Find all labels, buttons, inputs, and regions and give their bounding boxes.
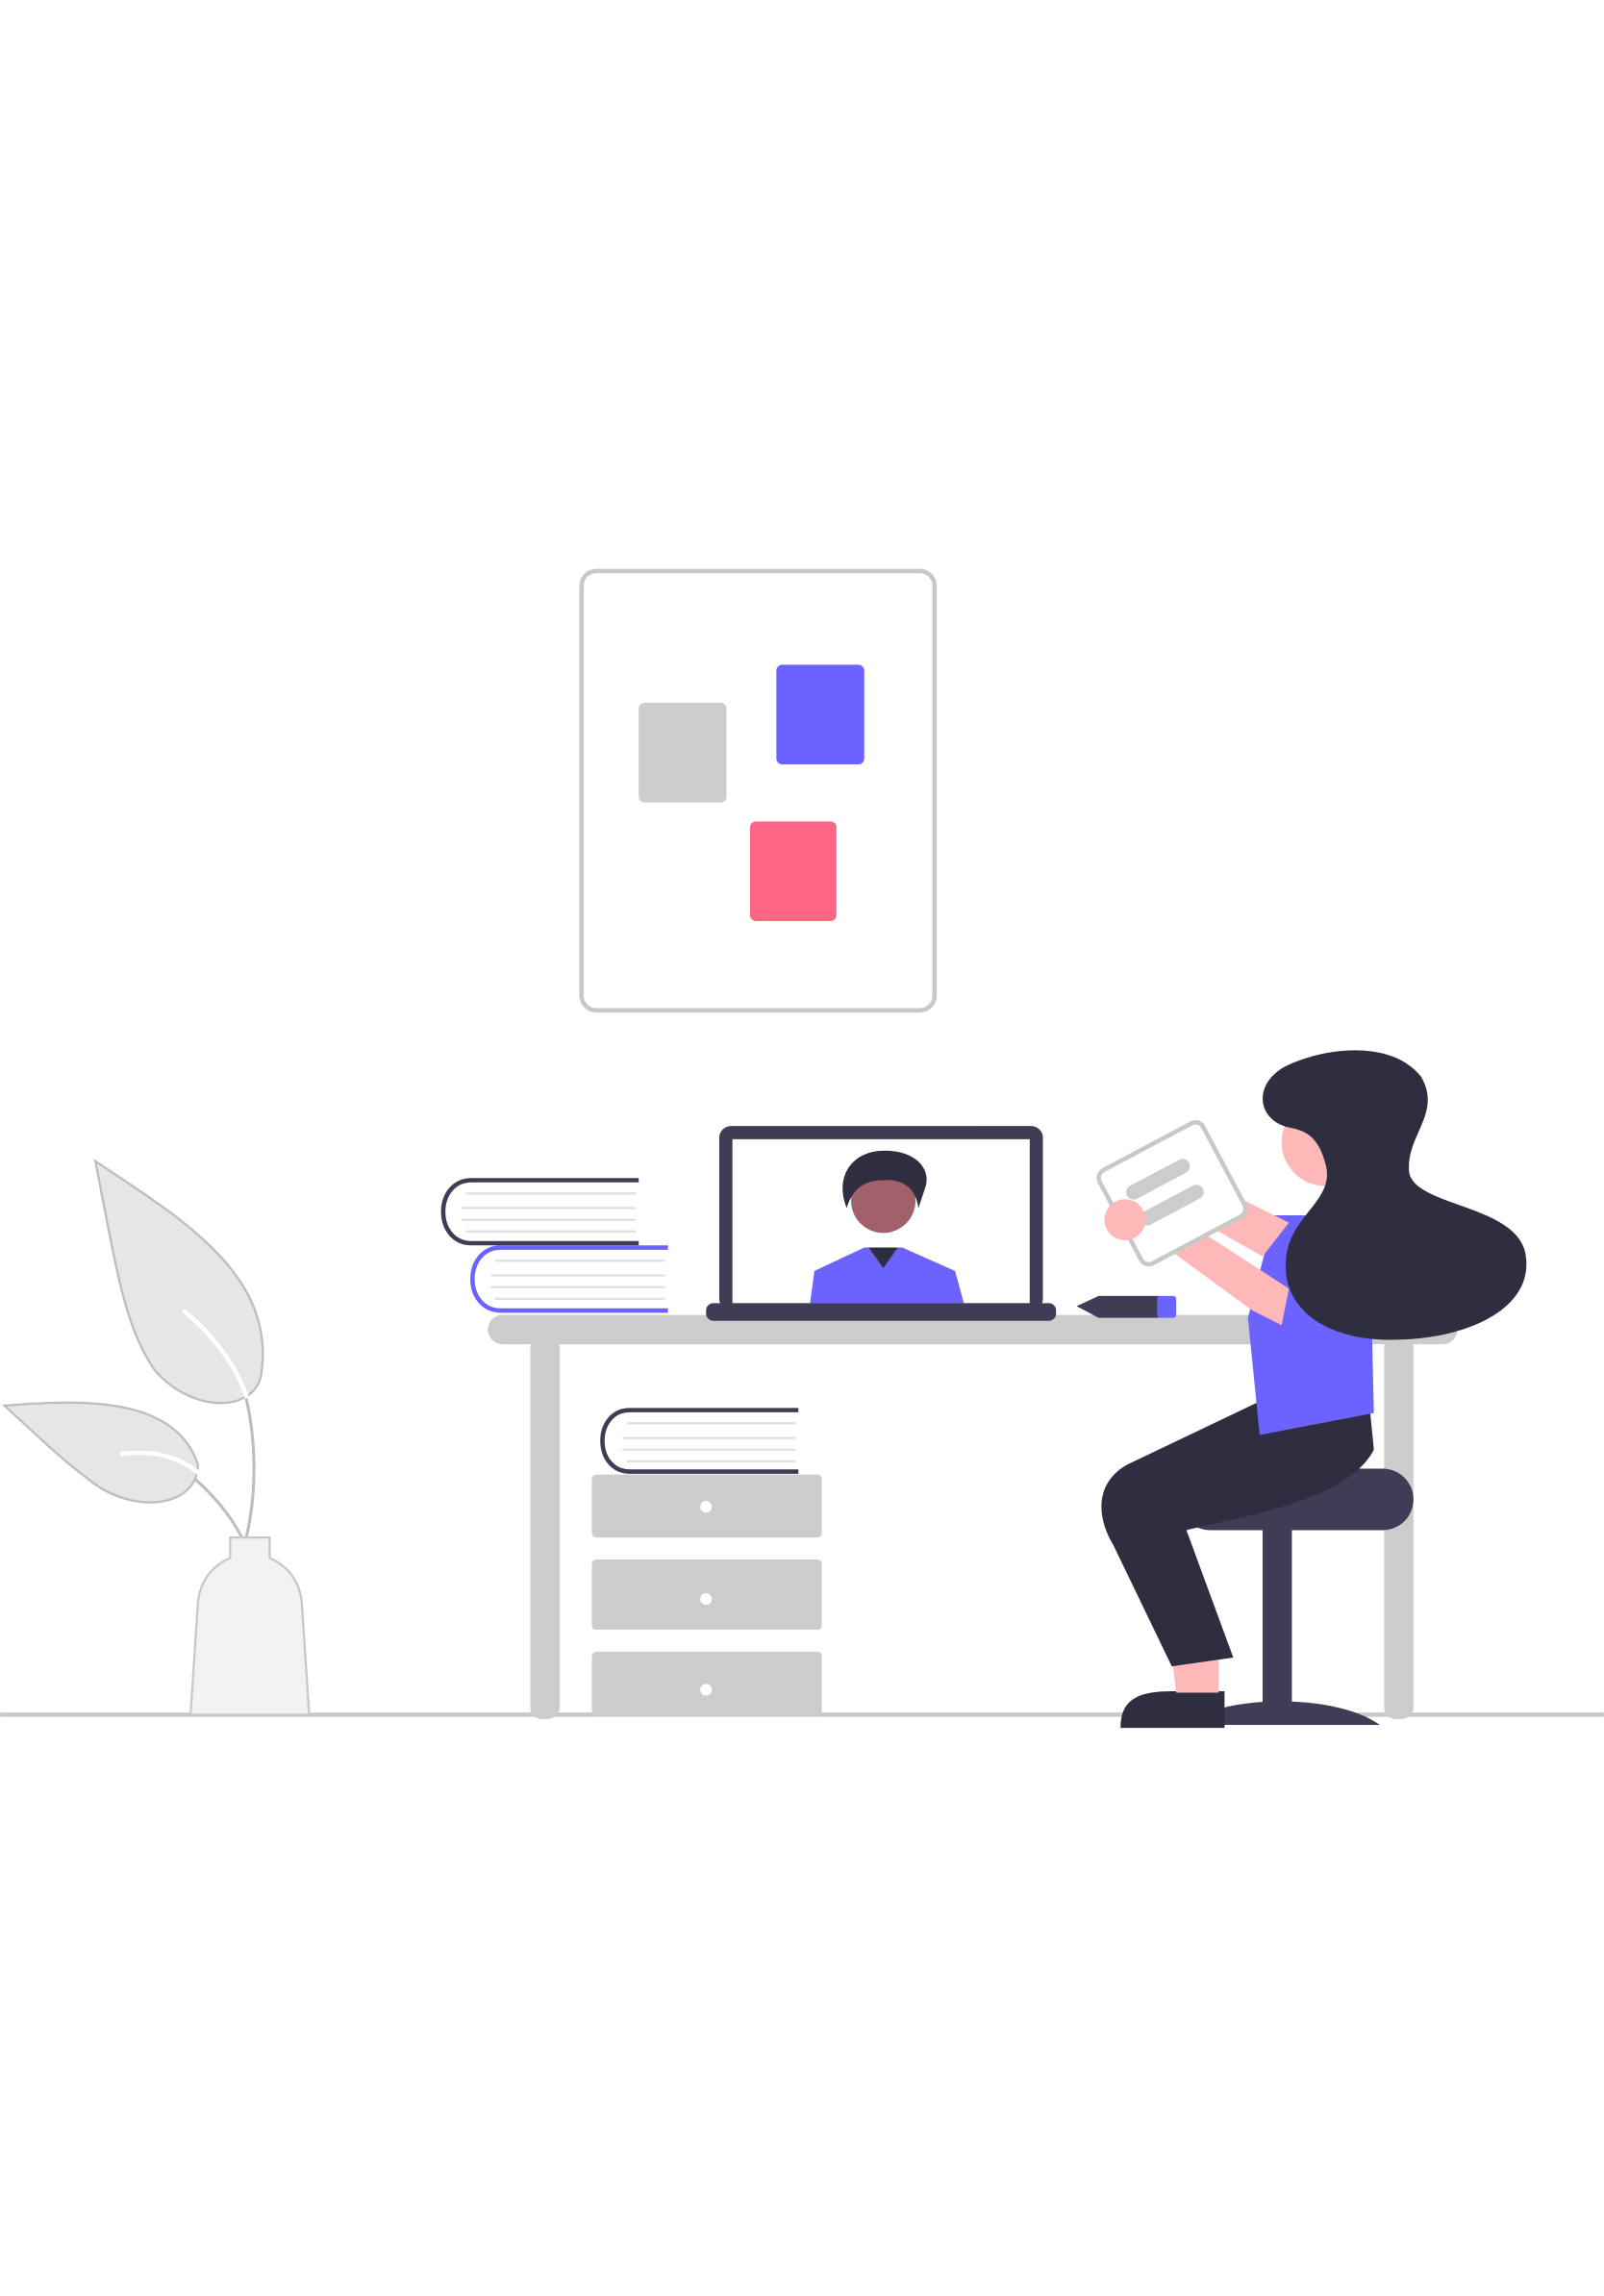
paper <box>1096 1120 1248 1267</box>
laptop <box>706 1126 1057 1321</box>
pen <box>1076 1295 1177 1318</box>
book-on-drawers <box>600 1408 799 1474</box>
book-stack-top <box>440 1178 639 1246</box>
drawer <box>591 1651 822 1716</box>
leaf-left <box>2 1401 199 1504</box>
shoe <box>1120 1691 1225 1729</box>
wall-board <box>579 568 938 1013</box>
drawer-unit <box>591 1474 822 1716</box>
hair <box>1263 1050 1527 1340</box>
vase <box>188 1535 311 1716</box>
board-note-pink <box>749 821 837 921</box>
leaf-top <box>93 1159 264 1405</box>
board-note-gray <box>639 703 727 803</box>
plant <box>2 1159 311 1716</box>
pants <box>1101 1402 1374 1667</box>
woman-reading <box>1096 1050 1527 1729</box>
desk-leg-left <box>530 1335 560 1719</box>
book-stack-bottom <box>470 1245 668 1313</box>
laptop-base <box>706 1303 1057 1321</box>
workspace-illustration <box>0 568 1604 1729</box>
board-note-purple <box>776 664 865 764</box>
